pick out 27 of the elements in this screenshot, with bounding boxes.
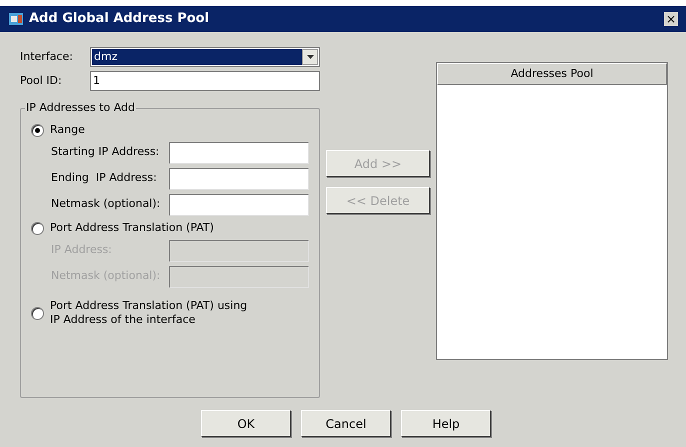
window-title: Add Global Address Pool (29, 10, 210, 28)
field-label: Starting IP Address: (51, 144, 160, 160)
field-label: Ending IP Address: (51, 170, 158, 186)
radio-option[interactable]: Port Address Translation (PAT) using IP Address of the interface (31, 299, 309, 327)
input-field[interactable] (169, 142, 309, 164)
field-label: Interface: (20, 48, 74, 65)
field-label: Pool ID: (20, 72, 63, 89)
dialog-button[interactable]: Cancel (301, 410, 391, 437)
input-field[interactable] (169, 240, 309, 262)
field-label: Netmask (optional): (51, 196, 162, 212)
close-button[interactable]: × (664, 12, 678, 26)
radio-option[interactable]: Range (31, 121, 309, 139)
dialog-button[interactable]: OK (201, 410, 291, 437)
radio-button[interactable] (31, 222, 44, 234)
dialog-button[interactable]: Help (401, 410, 491, 437)
radio-button[interactable] (31, 124, 44, 136)
radio-button[interactable] (31, 306, 44, 320)
interface-dropdown[interactable]: dmz (90, 47, 320, 67)
radio-option[interactable]: Port Address Translation (PAT) (31, 219, 309, 237)
caret-icon (306, 55, 314, 59)
pool-id-field[interactable]: 1 (90, 71, 320, 91)
column-header: Addresses Pool (437, 63, 667, 85)
input-field[interactable] (169, 194, 309, 216)
app-icon (8, 11, 24, 27)
input-field[interactable] (169, 168, 309, 190)
input-field[interactable] (169, 266, 309, 288)
addresses-list[interactable]: Addresses Pool (436, 62, 668, 360)
